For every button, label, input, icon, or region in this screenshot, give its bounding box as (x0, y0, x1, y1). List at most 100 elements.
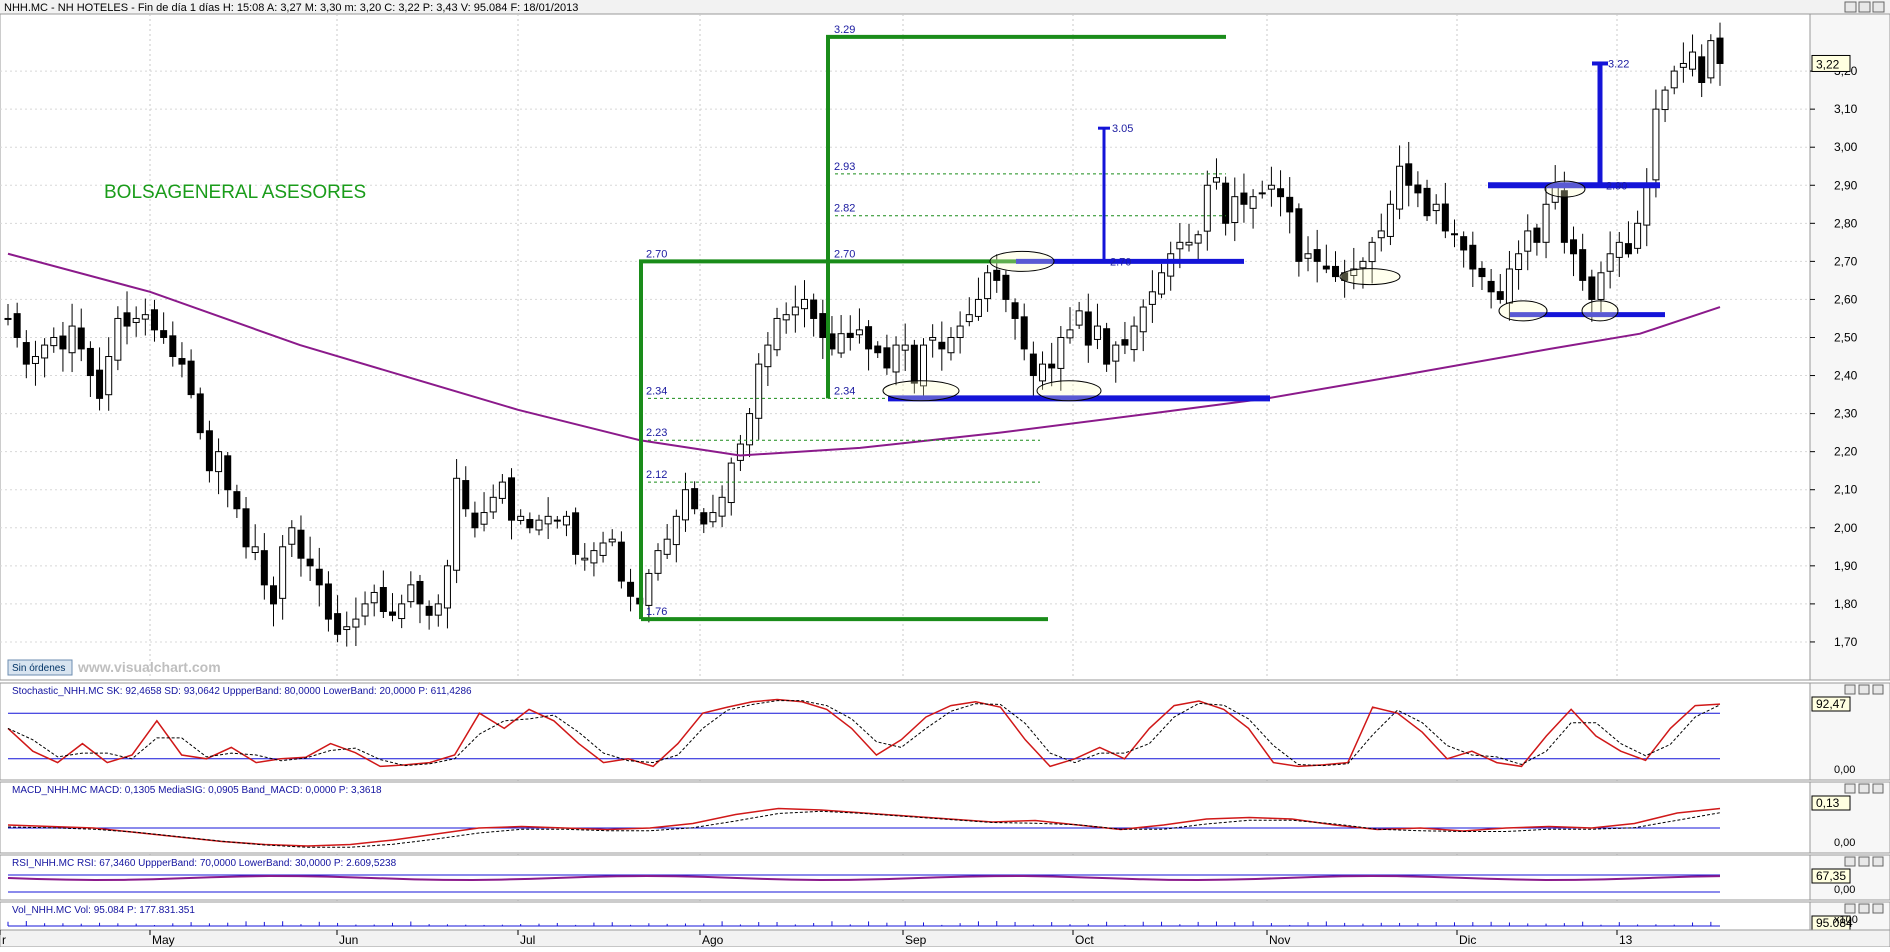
candle-body (627, 581, 635, 597)
candle-body (1103, 328, 1111, 365)
y-tick-label: 2,60 (1834, 292, 1858, 306)
candle-body (1624, 243, 1632, 255)
rsi-minimize-button[interactable] (1844, 856, 1856, 867)
candle-body (123, 312, 131, 327)
candle-body (361, 603, 369, 617)
candle-body (929, 336, 937, 341)
candle-body (617, 541, 625, 582)
volume-minimize-button[interactable] (1844, 903, 1856, 914)
y-tick-label: 2,70 (1834, 254, 1858, 268)
volume-restore-button[interactable] (1858, 903, 1870, 914)
candle-body (837, 333, 845, 354)
candle-body (910, 344, 918, 384)
candle-body (1588, 276, 1596, 300)
candle-body (1075, 310, 1083, 326)
candle-body (389, 611, 397, 616)
candle-body (1066, 329, 1074, 339)
candle-body (1084, 311, 1092, 346)
candle-body (1158, 272, 1166, 295)
rsi-value: 67,35 (1816, 869, 1846, 883)
candle-body (1542, 203, 1550, 243)
candle-body (50, 336, 58, 347)
fib-left-label: 2.23 (646, 427, 667, 439)
candle-body (1185, 241, 1193, 246)
candle-body (233, 491, 241, 510)
last-value-label: 3,22 (1816, 57, 1840, 71)
close-window-button[interactable] (1872, 1, 1885, 13)
candle-body (1670, 70, 1678, 89)
candle-body (1011, 302, 1019, 319)
candle-body (1048, 363, 1056, 369)
candle-body (544, 515, 552, 525)
x-tick-label: Nov (1269, 933, 1290, 947)
pattern-ellipse (882, 380, 960, 402)
candle-body (1515, 253, 1523, 271)
candle-body (1396, 165, 1404, 210)
chart-header: NHH.MC - NH HOTELES - Fin de día 1 días … (4, 2, 578, 14)
candle-body (306, 558, 314, 567)
stochastic-restore-button[interactable] (1858, 684, 1870, 695)
candle-body (489, 496, 497, 513)
candle-body (1579, 249, 1587, 281)
chart-window: NHH.MC - NH HOTELES - Fin de día 1 días … (0, 0, 1890, 948)
macd-close-button[interactable] (1872, 783, 1884, 794)
candle-body (672, 515, 680, 546)
minimize-window-button[interactable] (1844, 1, 1857, 13)
y-tick-label: 1,70 (1834, 635, 1858, 649)
candle-body (974, 298, 982, 317)
pattern-ellipse (1544, 180, 1586, 198)
candle-body (141, 314, 149, 320)
restore-window-button[interactable] (1858, 1, 1871, 13)
stochastic-close-button[interactable] (1872, 684, 1884, 695)
candle-body (1002, 274, 1010, 300)
candle-body (105, 356, 113, 396)
macd-minimize-button[interactable] (1844, 783, 1856, 794)
candle-body (810, 299, 818, 319)
candle-body (526, 518, 534, 529)
candle-body (1020, 316, 1028, 350)
stochastic-axis-zero: 0,00 (1834, 764, 1855, 776)
rsi-close-button[interactable] (1872, 856, 1884, 867)
candle-body (4, 317, 12, 320)
candle-body (1496, 291, 1504, 300)
candle-body (1331, 265, 1339, 278)
candle-body (480, 512, 488, 525)
candle-body (1597, 272, 1605, 300)
pattern-ellipse (1498, 300, 1548, 322)
candle-body (1304, 253, 1312, 259)
volume-close-button[interactable] (1872, 903, 1884, 914)
stochastic-minimize-button[interactable] (1844, 684, 1856, 695)
candle-body (343, 626, 351, 631)
fib-right-label: 2.34 (834, 385, 855, 397)
candle-body (160, 330, 168, 338)
candle-body (984, 272, 992, 300)
rsi-label: RSI_NHH.MC RSI: 67,3460 UppperBand: 70,0… (12, 858, 397, 869)
candle-body (773, 317, 781, 351)
candle-body (407, 584, 415, 603)
candle-body (471, 512, 479, 529)
rsi-restore-button[interactable] (1858, 856, 1870, 867)
candle-body (1423, 187, 1431, 217)
candle-body (938, 341, 946, 350)
candle-body (462, 480, 470, 510)
candle-body (334, 613, 342, 635)
y-tick-label: 2,90 (1834, 178, 1858, 192)
x-tick-label: Dic (1459, 933, 1476, 947)
volume-label: Vol_NHH.MC Vol: 95.084 P: 177.831.351 (12, 905, 195, 916)
candle-body (279, 546, 287, 599)
macd-label: MACD_NHH.MC MACD: 0,1305 MediaSIG: 0,090… (12, 785, 382, 796)
candle-body (1039, 363, 1047, 382)
candle-body (86, 347, 94, 377)
candle-body (553, 519, 561, 522)
candle-body (498, 481, 506, 499)
pattern-ellipse (1339, 268, 1401, 286)
macd-restore-button[interactable] (1858, 783, 1870, 794)
candle-body (315, 568, 323, 586)
site-watermark: www.visualchart.com (77, 659, 221, 675)
candle-body (434, 603, 442, 616)
candle-body (535, 519, 543, 531)
candle-body (1167, 253, 1175, 277)
candle-body (1570, 239, 1578, 255)
candle-body (1533, 227, 1541, 243)
pattern-ellipse (989, 250, 1055, 272)
